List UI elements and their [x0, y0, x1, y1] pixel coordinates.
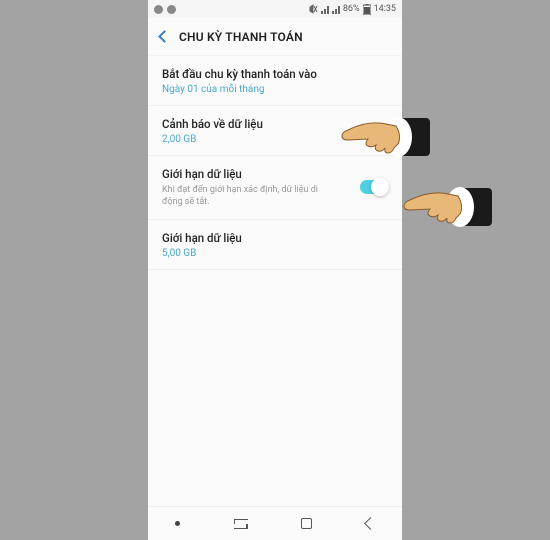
phone-frame: 86% 14:35 CHU KỲ THANH TOÁN Bắt đầu chu … [148, 0, 402, 540]
pointer-hand-icon [400, 178, 492, 234]
item-subtitle: 5,00 GB [162, 248, 388, 259]
back-icon[interactable] [158, 30, 171, 43]
data-limit-toggle[interactable] [360, 180, 388, 194]
data-limit-value-item[interactable]: Giới hạn dữ liệu 5,00 GB [148, 220, 402, 270]
nav-bixby-icon[interactable] [175, 521, 180, 526]
nav-recent-icon[interactable] [234, 519, 248, 529]
item-subtitle: Ngày 01 của mỗi tháng [162, 84, 388, 95]
item-title: Giới hạn dữ liệu [162, 166, 388, 182]
item-title: Bắt đầu chu kỳ thanh toán vào [162, 66, 388, 82]
app-header: CHU KỲ THANH TOÁN [148, 18, 402, 56]
billing-cycle-item[interactable]: Bắt đầu chu kỳ thanh toán vào Ngày 01 củ… [148, 56, 402, 106]
page-title: CHU KỲ THANH TOÁN [179, 30, 303, 44]
nav-back-icon[interactable] [364, 517, 377, 530]
mute-icon [308, 4, 318, 14]
status-left [154, 5, 176, 14]
nav-bar [148, 506, 402, 540]
status-right: 86% 14:35 [308, 4, 396, 15]
signal-icon [332, 5, 340, 14]
battery-icon [363, 4, 371, 15]
data-limit-toggle-item[interactable]: Giới hạn dữ liệu Khi đạt đến giới hạn xá… [148, 156, 402, 219]
notification-icon [154, 5, 163, 14]
notification-icon [167, 5, 176, 14]
item-title: Giới hạn dữ liệu [162, 230, 388, 246]
status-bar: 86% 14:35 [148, 0, 402, 18]
clock-text: 14:35 [374, 4, 396, 14]
nav-home-icon[interactable] [301, 518, 312, 529]
battery-text: 86% [343, 4, 360, 14]
signal-icon [321, 5, 329, 14]
toggle-knob [371, 178, 389, 196]
pointer-hand-icon [338, 108, 430, 164]
item-description: Khi đạt đến giới hạn xác định, dữ liệu d… [162, 184, 332, 208]
